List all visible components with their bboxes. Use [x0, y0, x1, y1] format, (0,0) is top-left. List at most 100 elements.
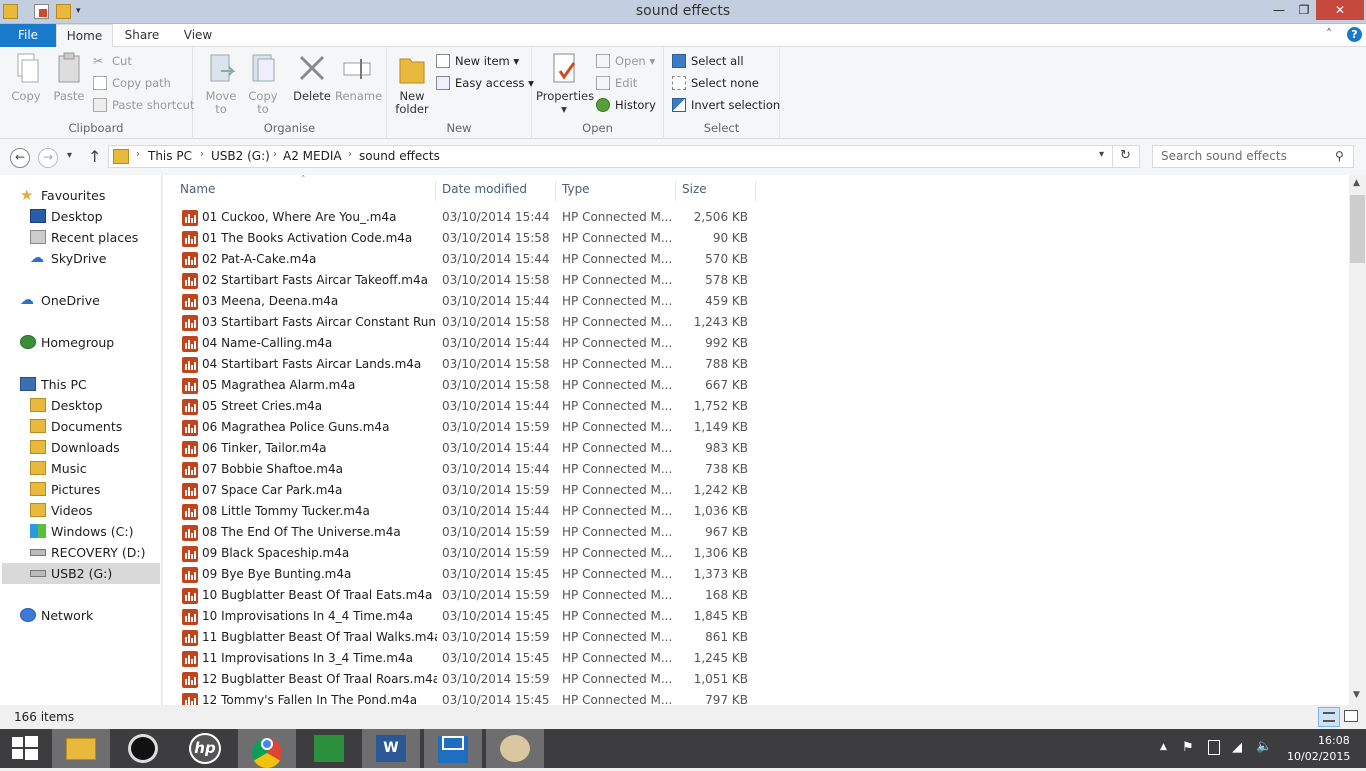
file-size: 1,373 KB — [693, 567, 748, 581]
refresh-icon[interactable]: ↻ — [1120, 148, 1131, 163]
show-hidden-icons-icon[interactable]: ▲ — [1160, 742, 1167, 752]
start-button[interactable] — [0, 729, 50, 768]
recent-locations-dropdown-icon[interactable]: ▾ — [67, 150, 72, 161]
table-row[interactable]: 05 Street Cries.m4a 03/10/2014 15:44 HP Co… — [163, 396, 763, 417]
up-button[interactable]: ↑ — [88, 147, 101, 166]
taskbar-mail[interactable] — [424, 729, 482, 768]
easy-access-button[interactable]: Easy access ▾ — [436, 73, 534, 93]
help-icon[interactable]: ? — [1347, 27, 1362, 42]
nav-usb2-g[interactable]: USB2 (G:) — [2, 563, 160, 584]
clock-time[interactable]: 16:08 — [1318, 734, 1350, 747]
scroll-up-icon[interactable]: ▲ — [1353, 178, 1360, 188]
taskbar-media-app[interactable] — [114, 729, 172, 768]
scrollbar-thumb[interactable] — [1350, 195, 1365, 263]
volume-icon[interactable]: 🔈 — [1256, 739, 1272, 754]
tab-share[interactable]: Share — [116, 24, 168, 47]
move-to-icon — [205, 51, 237, 87]
table-row[interactable]: 04 Name-Calling.m4a 03/10/2014 15:44 HP Co… — [163, 333, 763, 354]
scroll-down-icon[interactable]: ▼ — [1353, 690, 1360, 700]
open-button[interactable]: Open ▾ — [596, 51, 655, 71]
search-icon[interactable]: ⚲ — [1335, 146, 1344, 167]
breadcrumb-this-pc[interactable]: This PC — [148, 149, 192, 163]
select-all-button[interactable]: Select all — [672, 51, 744, 71]
column-header-type[interactable]: Type — [562, 181, 676, 201]
copy-button[interactable]: Copy — [6, 51, 46, 103]
table-row[interactable]: 06 Tinker, Tailor.m4a 03/10/2014 15:44 HP … — [163, 438, 763, 459]
table-row[interactable]: 09 Bye Bye Bunting.m4a 03/10/2014 15:45 HP… — [163, 564, 763, 585]
breadcrumb-sound-effects[interactable]: sound effects — [359, 149, 440, 163]
table-row[interactable]: 04 Startibart Fasts Aircar Lands.m4a 03/1… — [163, 354, 763, 375]
tab-home[interactable]: Home — [56, 24, 113, 48]
table-row[interactable]: 12 Bugblatter Beast Of Traal Roars.m4a 03… — [163, 669, 763, 690]
taskbar-store[interactable] — [300, 729, 358, 768]
table-row[interactable]: 02 Pat-A-Cake.m4a 03/10/2014 15:44 HP Conn… — [163, 249, 763, 270]
paste-shortcut-button[interactable]: Paste shortcut — [93, 95, 194, 115]
clock-date[interactable]: 10/02/2015 — [1287, 750, 1350, 763]
file-explorer-icon — [66, 738, 96, 760]
rename-button[interactable]: Rename — [335, 51, 382, 103]
search-input[interactable]: Search sound effects ⚲ — [1152, 145, 1354, 168]
table-row[interactable]: 11 Bugblatter Beast Of Traal Walks.m4a 03… — [163, 627, 763, 648]
table-row[interactable]: 07 Space Car Park.m4a 03/10/2014 15:59 HP … — [163, 480, 763, 501]
invert-selection-button[interactable]: Invert selection — [672, 95, 780, 115]
new-folder-button[interactable]: New folder — [392, 51, 432, 116]
column-header-name[interactable]: Name — [180, 181, 436, 201]
address-dropdown-icon[interactable]: ▾ — [1099, 149, 1104, 160]
breadcrumb-a2-media[interactable]: A2 MEDIA — [283, 149, 342, 163]
taskbar-chrome[interactable] — [238, 729, 296, 768]
new-item-button[interactable]: New item ▾ — [436, 51, 519, 71]
select-group-label: Select — [703, 121, 740, 135]
file-size: 983 KB — [705, 441, 748, 455]
table-row[interactable]: 02 Startibart Fasts Aircar Takeoff.m4a 03… — [163, 270, 763, 291]
back-button[interactable]: ← — [10, 148, 30, 168]
table-row[interactable]: 08 Little Tommy Tucker.m4a 03/10/2014 15:… — [163, 501, 763, 522]
large-icons-view-icon[interactable] — [1344, 710, 1358, 722]
select-none-button[interactable]: Select none — [672, 73, 759, 93]
tab-file[interactable]: File — [0, 24, 56, 47]
tab-view[interactable]: View — [173, 24, 223, 47]
table-row[interactable]: 03 Meena, Deena.m4a 03/10/2014 15:44 HP Co… — [163, 291, 763, 312]
edit-button[interactable]: Edit — [596, 73, 637, 93]
table-row[interactable]: 10 Improvisations In 4_4 Time.m4a 03/10/2… — [163, 606, 763, 627]
move-to-button[interactable]: Move to — [201, 51, 241, 116]
copy-to-button[interactable]: Copy to — [243, 51, 283, 116]
table-row[interactable]: 10 Bugblatter Beast Of Traal Eats.m4a 03/… — [163, 585, 763, 606]
maximize-button[interactable]: ❐ — [1292, 0, 1316, 20]
address-bar[interactable]: › This PC › USB2 (G:) › A2 MEDIA › sound… — [108, 145, 1140, 168]
table-row[interactable]: 01 Cuckoo, Where Are You_.m4a 03/10/2014 … — [163, 207, 763, 228]
details-view-icon[interactable] — [1318, 707, 1340, 727]
copy-path-button[interactable]: Copy path — [93, 73, 171, 93]
network-signal-icon[interactable]: ◢ — [1232, 740, 1242, 755]
table-row[interactable]: 01 The Books Activation Code.m4a 03/10/20… — [163, 228, 763, 249]
delete-button[interactable]: Delete — [291, 51, 333, 103]
paste-button[interactable]: Paste — [50, 51, 88, 103]
column-header-date[interactable]: Date modified — [442, 181, 556, 201]
table-row[interactable]: 03 Startibart Fasts Aircar Constant Run.… — [163, 312, 763, 333]
taskbar-hp[interactable]: hp — [176, 729, 234, 768]
action-center-flag-icon[interactable]: ⚑ — [1182, 740, 1194, 755]
table-row[interactable]: 11 Improvisations In 3_4 Time.m4a 03/10/2… — [163, 648, 763, 669]
table-row[interactable]: 05 Magrathea Alarm.m4a 03/10/2014 15:58 HP… — [163, 375, 763, 396]
history-button[interactable]: History — [596, 95, 656, 115]
file-type: HP Connected M... — [562, 630, 672, 644]
close-button[interactable]: ✕ — [1316, 0, 1364, 20]
vertical-scrollbar[interactable]: ▲ ▼ — [1349, 175, 1366, 705]
properties-button[interactable]: Properties ▾ — [536, 51, 594, 116]
table-row[interactable]: 06 Magrathea Police Guns.m4a 03/10/2014 1… — [163, 417, 763, 438]
collapse-ribbon-icon[interactable]: ˄ — [1326, 27, 1332, 41]
table-row[interactable]: 09 Black Spaceship.m4a 03/10/2014 15:59 HP… — [163, 543, 763, 564]
battery-icon[interactable] — [1208, 740, 1220, 755]
table-row[interactable]: 08 The End Of The Universe.m4a 03/10/2014… — [163, 522, 763, 543]
taskbar-file-explorer[interactable] — [52, 729, 110, 768]
column-header-size[interactable]: Size — [682, 181, 756, 201]
taskbar-paint[interactable] — [486, 729, 544, 768]
taskbar-word[interactable]: W — [362, 729, 420, 768]
cut-button[interactable]: ✂ Cut — [93, 51, 132, 71]
table-row[interactable]: 12 Tommy's Fallen In The Pond.m4a 03/10/2… — [163, 690, 763, 705]
breadcrumb-usb2[interactable]: USB2 (G:) — [211, 149, 270, 163]
minimize-button[interactable]: — — [1266, 0, 1292, 20]
forward-button[interactable]: → — [38, 148, 58, 168]
file-name: 02 Startibart Fasts Aircar Takeoff.m4a — [202, 273, 428, 287]
easy-access-icon — [436, 76, 450, 90]
table-row[interactable]: 07 Bobbie Shaftoe.m4a 03/10/2014 15:44 HP … — [163, 459, 763, 480]
